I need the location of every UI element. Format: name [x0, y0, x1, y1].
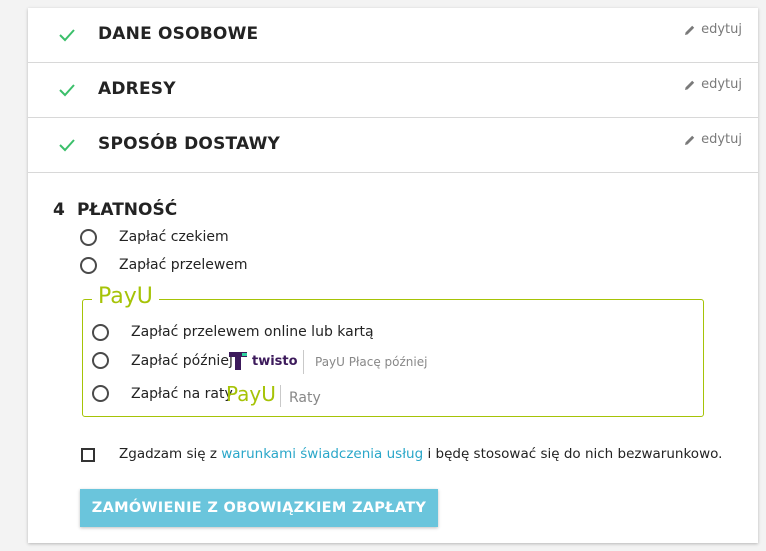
twisto-word: twisto — [252, 353, 298, 369]
edit-label: edytuj — [701, 132, 742, 147]
edit-label: edytuj — [701, 22, 742, 37]
pencil-icon — [685, 135, 695, 145]
step-title: PŁATNOŚĆ — [77, 200, 178, 220]
terms-link[interactable]: warunkami świadczenia usług — [221, 446, 423, 462]
order-button[interactable]: ZAMÓWIENIE Z OBOWIĄZKIEM ZAPŁATY — [80, 489, 438, 527]
radio-pay-later[interactable] — [92, 352, 109, 369]
terms-suffix: i będę stosować się do nich bezwarunkowo… — [423, 446, 723, 462]
radio-transfer[interactable] — [80, 257, 97, 274]
terms-prefix: Zgadzam się z — [119, 446, 222, 462]
step-delivery: SPOSÓB DOSTAWY edytuj — [28, 118, 758, 173]
option-label: Zapłać przelewem — [119, 257, 248, 273]
payu-logo: PayU — [92, 284, 159, 309]
radio-online-card[interactable] — [92, 324, 109, 341]
option-label: Zapłać na raty — [131, 386, 233, 402]
terms-checkbox[interactable] — [81, 448, 95, 462]
payment-heading: 4 PŁATNOŚĆ — [53, 200, 177, 220]
radio-installments[interactable] — [92, 385, 109, 402]
twisto-mark-icon — [229, 352, 247, 370]
edit-label: edytuj — [701, 77, 742, 92]
option-label: Zapłać później — [131, 353, 233, 369]
step-number: 4 — [53, 200, 65, 220]
check-icon — [59, 29, 75, 42]
step-title: ADRESY — [98, 79, 176, 99]
raty-text: Raty — [289, 390, 321, 406]
radio-cheque[interactable] — [80, 229, 97, 246]
checkout-card: DANE OSOBOWE edytuj ADRESY edytuj SPOSÓB… — [28, 8, 758, 543]
check-icon — [59, 139, 75, 152]
divider — [280, 385, 281, 407]
divider — [303, 350, 304, 374]
pencil-icon — [685, 25, 695, 35]
edit-link[interactable]: edytuj — [684, 132, 742, 147]
option-label: Zapłać przelewem online lub kartą — [131, 324, 374, 340]
twisto-logo: twisto — [228, 351, 298, 371]
check-icon — [59, 84, 75, 97]
edit-link[interactable]: edytuj — [684, 22, 742, 37]
edit-link[interactable]: edytuj — [684, 77, 742, 92]
pay-later-text: PayU Płacę później — [315, 355, 428, 369]
payu-raty-logo: PayU — [226, 382, 276, 406]
step-title: SPOSÓB DOSTAWY — [98, 134, 281, 154]
option-label: Zapłać czekiem — [119, 229, 229, 245]
terms-text: Zgadzam się z warunkami świadczenia usłu… — [119, 446, 722, 462]
pencil-icon — [685, 80, 695, 90]
step-addresses: ADRESY edytuj — [28, 63, 758, 118]
step-personal-data: DANE OSOBOWE edytuj — [28, 8, 758, 63]
step-title: DANE OSOBOWE — [98, 24, 259, 44]
